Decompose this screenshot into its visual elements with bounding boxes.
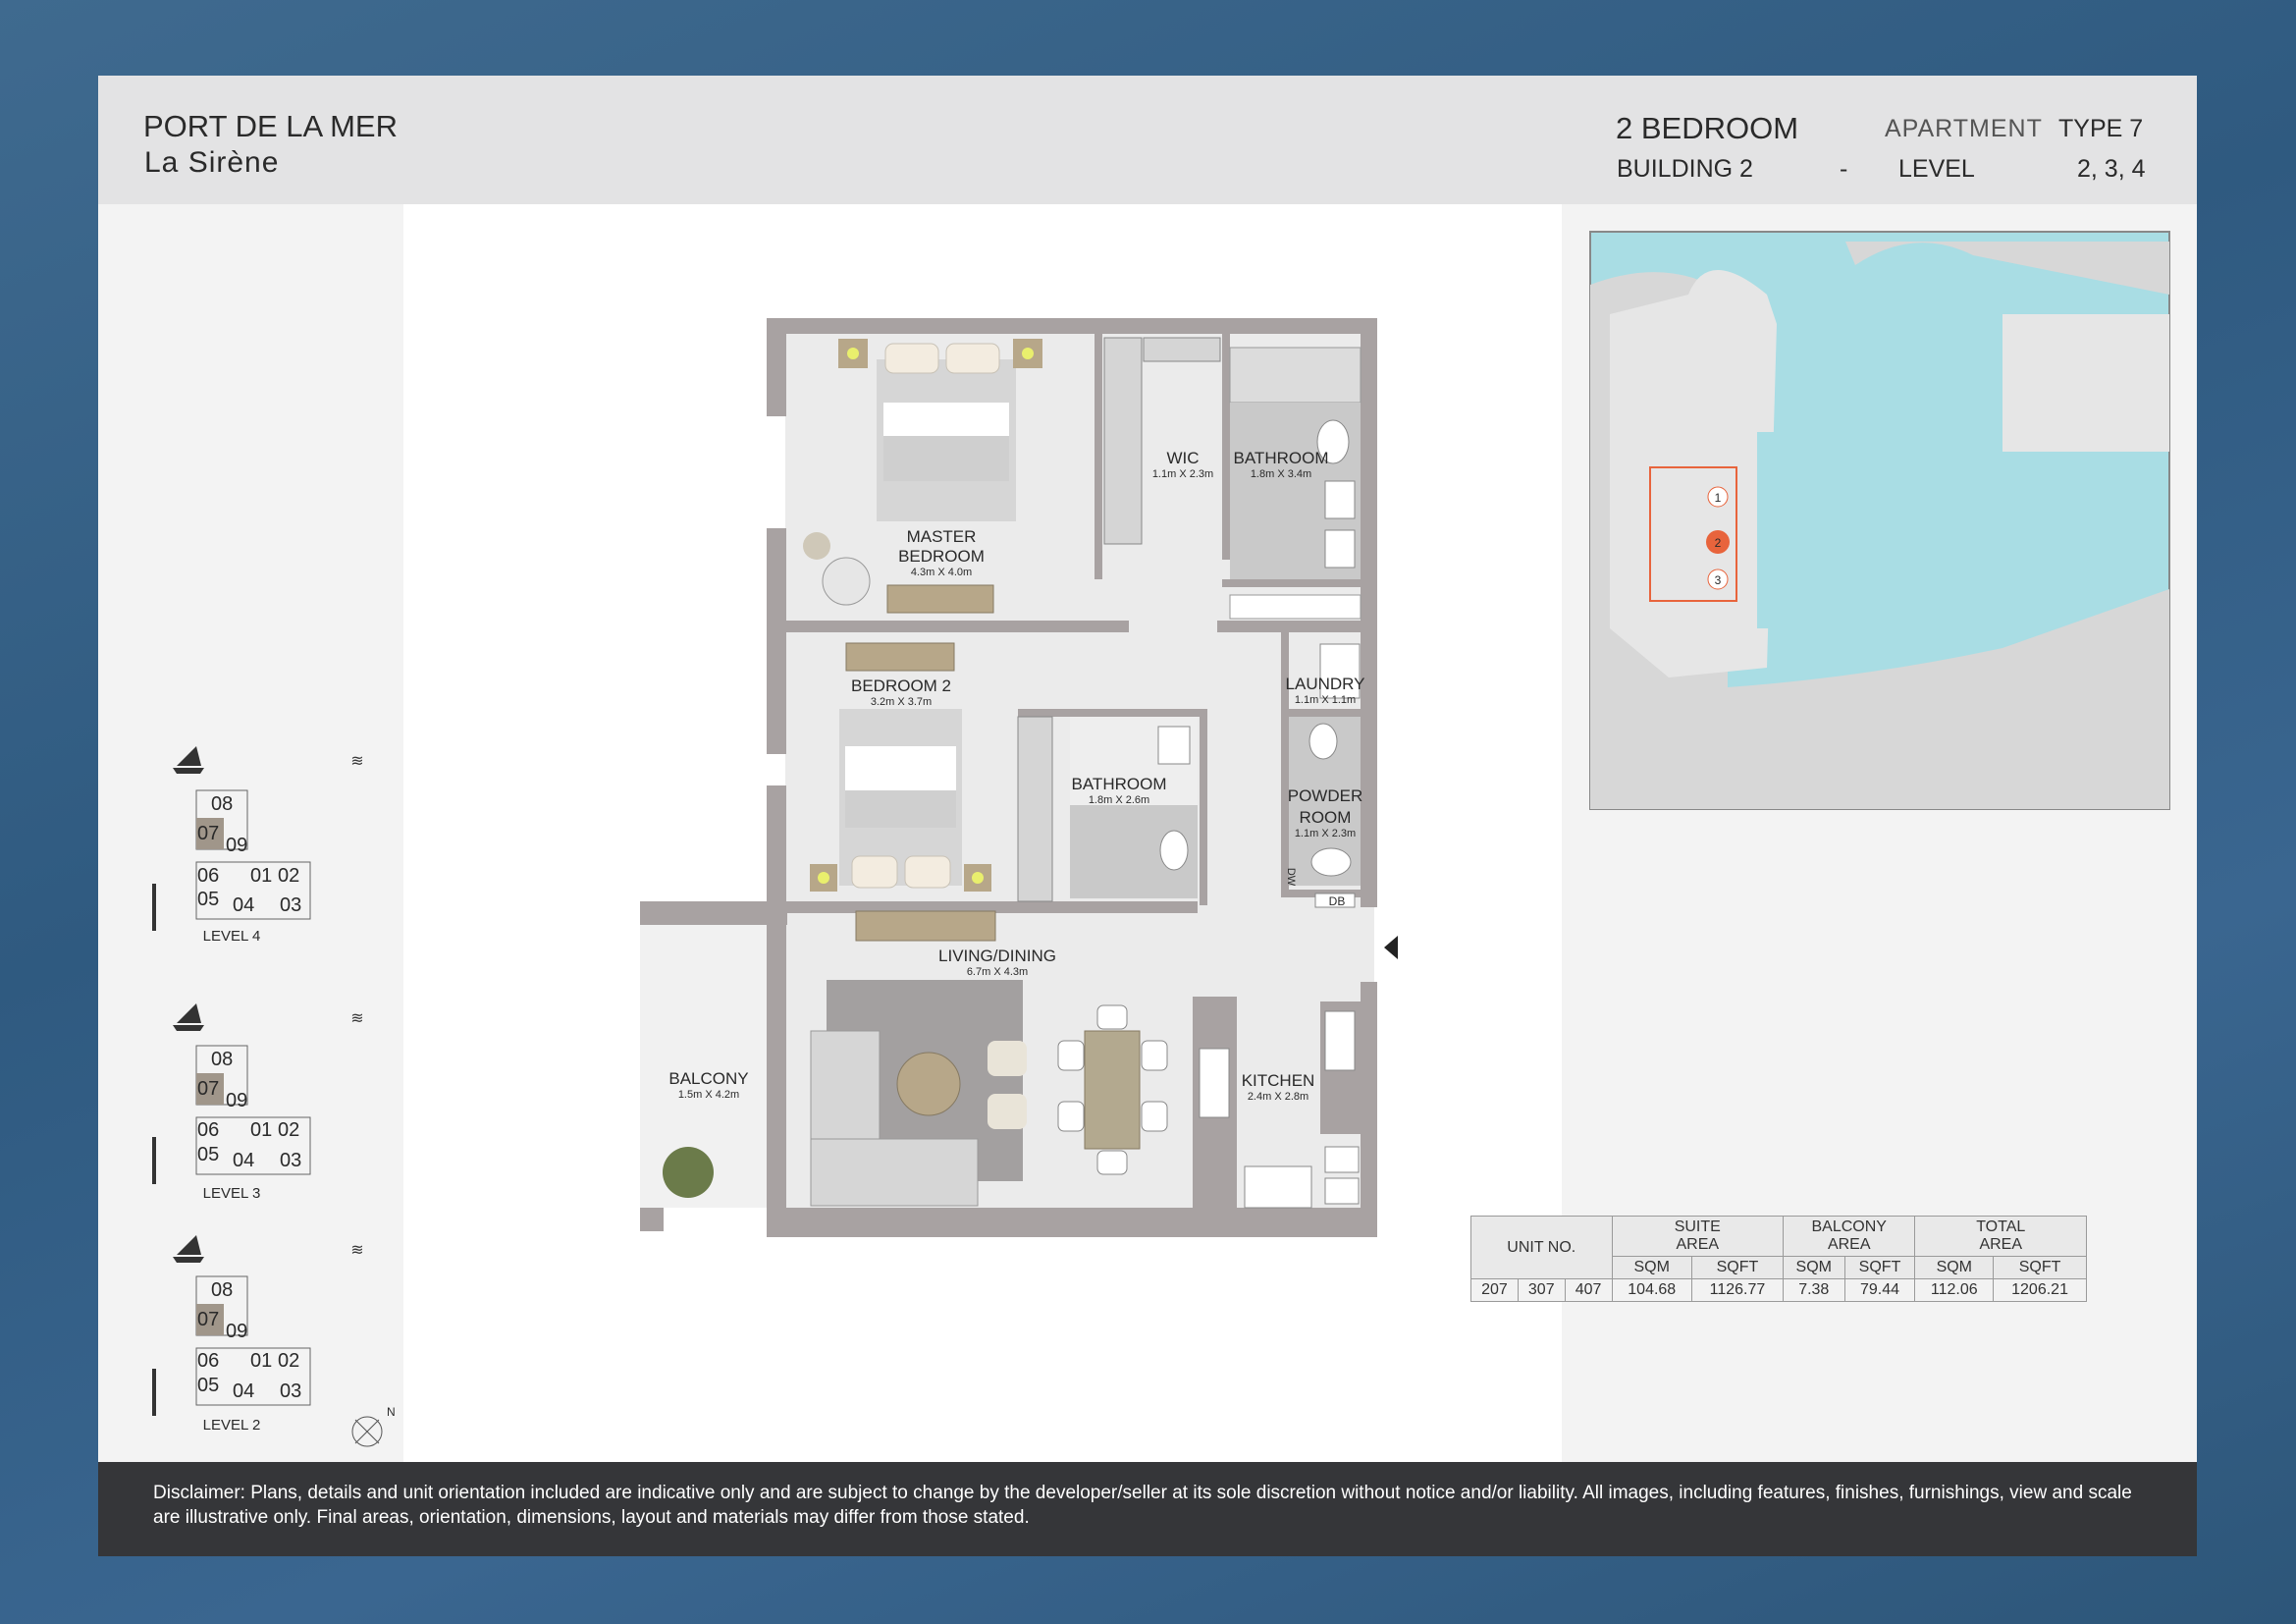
north-arrow-icon xyxy=(351,1416,383,1447)
kp4-u02: 02 xyxy=(278,865,299,887)
bathroom-1-fixtures xyxy=(1229,347,1362,620)
bathroom-2-dims: 1.8m X 2.6m xyxy=(1089,794,1149,806)
keyplan-level-2: ≋ 08 07 09 06 01 02 05 04 03 LEVEL 2 xyxy=(152,1235,364,1434)
kp3-level: LEVEL 3 xyxy=(203,1185,261,1202)
kp4-u06: 06 xyxy=(197,865,219,887)
dw-label: DW xyxy=(1285,868,1297,887)
kp2-u07: 07 xyxy=(197,1309,219,1330)
laundry-name: LAUNDRY xyxy=(1286,675,1365,693)
living-dims: 6.7m X 4.3m xyxy=(967,966,1028,978)
kp4-u05: 05 xyxy=(197,889,219,910)
unit-207: 207 xyxy=(1470,1278,1519,1302)
kp3-u04: 04 xyxy=(233,1150,254,1171)
kp4-u08: 08 xyxy=(211,793,233,815)
master-name-2: BEDROOM xyxy=(898,547,985,566)
kp3-u08: 08 xyxy=(211,1049,233,1070)
total-sqm-header: SQM xyxy=(1914,1256,1995,1279)
unit-407: 407 xyxy=(1564,1278,1613,1302)
kitchen-name: KITCHEN xyxy=(1242,1071,1315,1090)
wic-name: WIC xyxy=(1166,449,1199,467)
kp2-u05: 05 xyxy=(197,1375,219,1396)
kp2-u06: 06 xyxy=(197,1350,219,1372)
total-area-header: TOTAL AREA xyxy=(1914,1216,2087,1257)
balcony-sqft-value: 79.44 xyxy=(1843,1278,1916,1302)
kp2-u09: 09 xyxy=(226,1321,247,1342)
wic-dims: 1.1m X 2.3m xyxy=(1152,468,1213,480)
north-label: N xyxy=(387,1405,396,1419)
balcony-sqm-header: SQM xyxy=(1782,1256,1845,1279)
entrance-arrow-icon xyxy=(1384,936,1398,959)
kp2-level: LEVEL 2 xyxy=(203,1417,261,1434)
location-map: 1 2 3 xyxy=(1589,231,2170,810)
balcony-name: BALCONY xyxy=(668,1069,748,1088)
kp4-u04: 04 xyxy=(233,894,254,916)
map-building-3: 3 xyxy=(1715,573,1722,587)
unit-307: 307 xyxy=(1517,1278,1566,1302)
balcony-dims: 1.5m X 4.2m xyxy=(678,1089,739,1101)
kp4-u01: 01 xyxy=(250,865,272,887)
floor-plan: WIC 1.1m X 2.3m BATHROOM 1.8m X 3.4m MAS… xyxy=(152,231,2170,1447)
total-sqft-value: 1206.21 xyxy=(1993,1278,2087,1302)
kp4-u09: 09 xyxy=(226,835,247,856)
kp3-u01: 01 xyxy=(250,1119,272,1141)
db-label: DB xyxy=(1329,894,1346,908)
bedroom-2-name: BEDROOM 2 xyxy=(851,677,951,695)
kp4-u03: 03 xyxy=(280,894,301,916)
keyplan-level-4: ≋ 08 07 09 06 01 02 05 04 03 LEVEL 4 xyxy=(152,746,364,945)
kp3-u07: 07 xyxy=(197,1078,219,1100)
laundry-dims: 1.1m X 1.1m xyxy=(1295,694,1356,706)
bathroom-1-dims: 1.8m X 3.4m xyxy=(1251,468,1311,480)
kp4-u07: 07 xyxy=(197,823,219,844)
suite-sqm-value: 104.68 xyxy=(1611,1278,1692,1302)
kp2-u01: 01 xyxy=(250,1350,272,1372)
bathroom-2-fixtures xyxy=(1017,716,1198,902)
living-name: LIVING/DINING xyxy=(938,947,1056,965)
svg-text:≋: ≋ xyxy=(350,1242,363,1259)
kp3-u02: 02 xyxy=(278,1119,299,1141)
map-building-2: 2 xyxy=(1715,536,1722,550)
powder-name-1: POWDER xyxy=(1288,786,1363,805)
kp3-u09: 09 xyxy=(226,1090,247,1111)
kitchen-dims: 2.4m X 2.8m xyxy=(1248,1091,1308,1103)
balcony-sqft-header: SQFT xyxy=(1843,1256,1916,1279)
powder-dims: 1.1m X 2.3m xyxy=(1295,828,1356,839)
master-dims: 4.3m X 4.0m xyxy=(911,567,972,578)
suite-sqft-value: 1126.77 xyxy=(1690,1278,1784,1302)
powder-name-2: ROOM xyxy=(1300,808,1352,827)
kp3-u05: 05 xyxy=(197,1144,219,1165)
bathroom-1-name: BATHROOM xyxy=(1234,449,1329,467)
suite-sqm-header: SQM xyxy=(1611,1256,1692,1279)
svg-text:≋: ≋ xyxy=(350,753,363,770)
balcony-plant xyxy=(663,1147,714,1198)
kp2-u08: 08 xyxy=(211,1279,233,1301)
total-sqm-value: 112.06 xyxy=(1914,1278,1995,1302)
keyplan-level-3: ≋ 08 07 09 06 01 02 05 04 03 LEVEL 3 xyxy=(152,1003,364,1202)
svg-text:≋: ≋ xyxy=(350,1010,363,1027)
kp2-u03: 03 xyxy=(280,1380,301,1402)
suite-area-header: SUITE AREA xyxy=(1611,1216,1784,1257)
map-building-1: 1 xyxy=(1715,491,1722,505)
kp2-u02: 02 xyxy=(278,1350,299,1372)
kp4-level: LEVEL 4 xyxy=(203,928,261,945)
kp2-u04: 04 xyxy=(233,1380,254,1402)
suite-sqft-header: SQFT xyxy=(1690,1256,1784,1279)
bathroom-2-name: BATHROOM xyxy=(1072,775,1167,793)
disclaimer-text: Disclaimer: Plans, details and unit orie… xyxy=(153,1483,2132,1528)
area-table: UNIT NO. SUITE AREA BALCONY AREA TOTAL AREA… xyxy=(1470,1216,2087,1302)
balcony-area-header: BALCONY AREA xyxy=(1782,1216,1916,1257)
total-sqft-header: SQFT xyxy=(1993,1256,2087,1279)
balcony-sqm-value: 7.38 xyxy=(1782,1278,1845,1302)
bedroom-2-dims: 3.2m X 3.7m xyxy=(871,696,932,708)
unit-no-header: UNIT NO. xyxy=(1470,1216,1613,1279)
kp3-u03: 03 xyxy=(280,1150,301,1171)
kp3-u06: 06 xyxy=(197,1119,219,1141)
master-name-1: MASTER xyxy=(907,527,977,546)
